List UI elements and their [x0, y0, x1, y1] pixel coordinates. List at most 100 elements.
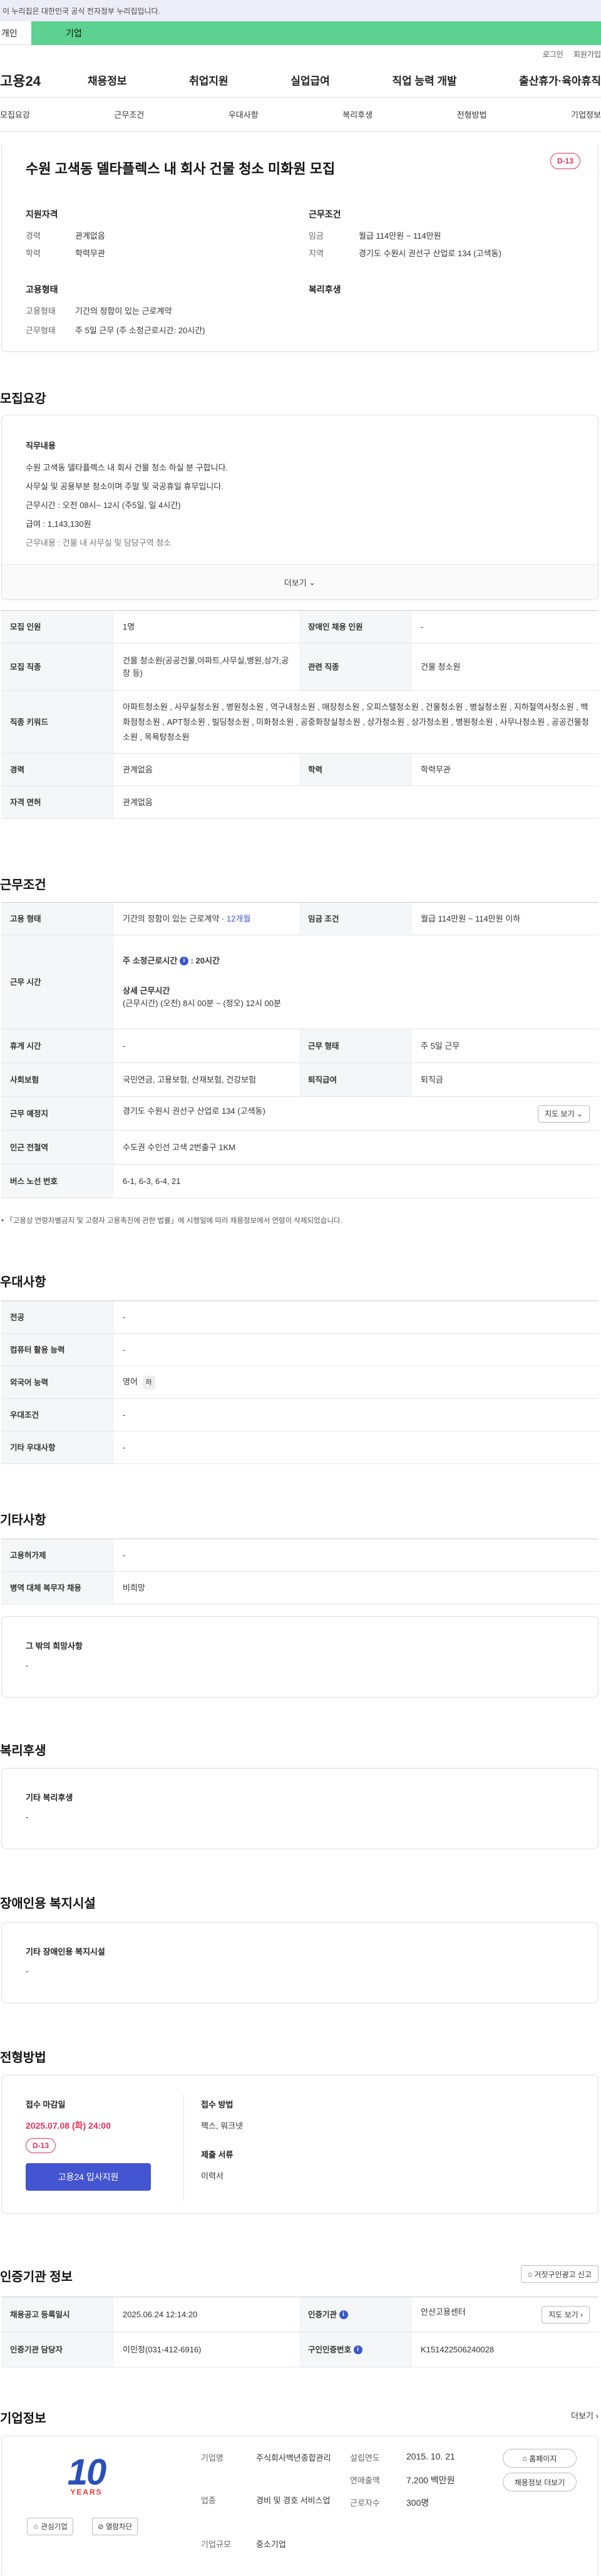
apply-button[interactable]: 고용24 입사지원: [26, 2163, 151, 2191]
th-reg: 채용공고 등록일시: [1, 2297, 114, 2332]
td-related: 건물 청소원: [412, 643, 598, 691]
global-nav: 고용24 채용정보 취업지원 실업급여 직업 능력 개발 출산휴가·육아휴직: [0, 63, 601, 98]
company-name-label: 기업명: [201, 2453, 223, 2463]
gnb-item-jobs[interactable]: 채용정보: [88, 72, 127, 88]
doc-value: 이력서: [201, 2171, 223, 2181]
td-insurance: 국민연금, 고용보험, 산재보험, 건강보험: [114, 1062, 299, 1097]
org-map-button[interactable]: 지도 보기 ›: [542, 2305, 590, 2324]
section-nav-welfare[interactable]: 복리후생: [342, 108, 372, 120]
th-bus: 버스 노선 번호: [1, 1164, 114, 1198]
conditions-table: 고용 형태 기간의 정함이 있는 근로계약 · 12개월 임금 조건 월급 114만원…: [1, 902, 598, 1198]
td-manager: 이민정(031-412-6916): [114, 2332, 299, 2367]
company-size-value: 중소기업: [256, 2540, 286, 2549]
company-biz-label: 업종: [201, 2496, 216, 2505]
facility-box-value: -: [26, 1966, 29, 1976]
th-cert-no: 구인인증번호 i: [299, 2332, 412, 2367]
section-nav: 모집요강 근무조건 우대사항 복리후생 전형방법 기업정보: [0, 98, 601, 132]
area-label: 지역: [309, 249, 324, 258]
org-value: 안산고용센터: [421, 2307, 466, 2317]
join-link[interactable]: 회원가입: [573, 49, 601, 60]
gnb-item-maternity[interactable]: 출산휴가·육아휴직: [519, 72, 601, 88]
facility-box-title: 기타 장애인용 복지시설: [26, 1947, 105, 1956]
wage-value: 월급 114만원 ~ 114만원: [359, 231, 441, 241]
duty-line: 사무실 및 공용부분 청소이며 주말 및 국공휴일 휴무입니다.: [26, 482, 223, 491]
apply-section-title: 전형방법: [0, 2051, 46, 2065]
td-people: 1명: [114, 610, 299, 643]
company-jobs-button[interactable]: 채용정보 더보기: [503, 2473, 577, 2491]
more-button[interactable]: 더보기 ⌄: [2, 564, 598, 600]
deadline-value: 2025.07.08 (화) 24:00: [26, 2121, 111, 2131]
user-type-tabs: 개인 기업: [0, 21, 601, 45]
tab-company[interactable]: 기업: [31, 21, 601, 45]
company-size-label: 기업규모: [201, 2540, 231, 2549]
th-emp: 고용 형태: [1, 902, 114, 935]
emp-period-link[interactable]: 12개월: [227, 914, 250, 923]
dday-badge: D-13: [550, 153, 580, 169]
login-link[interactable]: 로그인: [543, 49, 563, 60]
section-nav-conditions[interactable]: 근무조건: [114, 108, 144, 120]
th-wage: 임금 조건: [299, 902, 412, 935]
map-button[interactable]: 지도 보기 ⌄: [538, 1104, 590, 1123]
th-insurance: 사회보험: [1, 1062, 114, 1097]
gnb-item-support[interactable]: 취업지원: [189, 72, 229, 88]
tab-personal[interactable]: 개인: [0, 21, 31, 45]
time-weekly-label: 주 소정근로시간: [123, 955, 178, 965]
td-keyword: 아파트청소원 , 사무실청소원 , 병원청소원 , 역구내청소원 , 매장청소원…: [114, 690, 598, 754]
th-place: 근무 예정지: [1, 1096, 114, 1131]
th-org: 인증기관 i: [299, 2297, 412, 2332]
duty-line: 수원 고색동 델타플렉스 내 회사 건물 청소 하실 분 구합니다.: [26, 463, 229, 472]
section-nav-apply[interactable]: 전형방법: [457, 108, 487, 120]
company-section-title: 기업정보: [0, 2412, 46, 2426]
company-sales-label: 연매출액: [350, 2476, 380, 2485]
td-subway: 수도권 수인선 고색 2번출구 1KM: [114, 1130, 598, 1165]
th-form: 근무 형태: [299, 1029, 412, 1063]
th-keyword: 직종 키워드: [1, 690, 114, 754]
welfare-section-title: 복리후생: [0, 1744, 46, 1758]
company-logo: 10 YEARS: [27, 2448, 146, 2504]
td-retire: 퇴직금: [412, 1062, 598, 1097]
emp-title: 고용형태: [26, 284, 58, 294]
language-value: 영어: [123, 1376, 138, 1386]
company-sales-value: 7,200 백만원: [406, 2475, 455, 2485]
company-name-value: 주식회사백년종합관리: [256, 2453, 331, 2463]
company-more-link[interactable]: 더보기 ›: [571, 2409, 598, 2421]
duty-title: 직무내용: [26, 441, 56, 450]
td-language: 영어 하: [114, 1366, 598, 1399]
info-icon[interactable]: i: [353, 2345, 362, 2355]
block-company-button[interactable]: ⊘ 열람차단: [92, 2518, 138, 2535]
th-people: 모집 인원: [1, 610, 114, 643]
section-nav-company[interactable]: 기업정보: [571, 108, 601, 120]
career-label: 경력: [26, 231, 41, 241]
info-icon[interactable]: i: [339, 2310, 348, 2320]
homepage-button[interactable]: ⌂ 홈페이지: [503, 2449, 577, 2468]
chevron-right-icon: ›: [580, 2310, 583, 2319]
td-bus: 6-1, 6-3, 6-4, 21: [114, 1164, 598, 1198]
section-nav-preference[interactable]: 우대사항: [229, 108, 259, 120]
favorite-company-button[interactable]: ☆ 관심기업: [27, 2518, 73, 2535]
td-time: 주 소정근로시간 i : 20시간 상세 근무시간 (근무시간) (오전) 8시…: [114, 935, 598, 1029]
recruit-section-title: 모집요강: [0, 392, 46, 406]
gnb-item-unemployment[interactable]: 실업급여: [290, 72, 330, 88]
homepage-label: 홈페이지: [529, 2454, 557, 2463]
star-icon: ☆: [33, 2523, 39, 2531]
place-value: 경기도 수원시 권선구 산업로 134 (고색동): [123, 1106, 265, 1116]
wage-label: 임금: [309, 231, 324, 241]
welfare-box-value: -: [26, 1812, 29, 1822]
block-label: 열람차단: [105, 2523, 133, 2531]
company-year-label: 설립연도: [350, 2453, 380, 2463]
welfare-box: 기타 복리후생 -: [1, 1768, 598, 1849]
info-icon[interactable]: i: [179, 957, 188, 966]
etc-wish-box: 그 밖의 희망사항 -: [1, 1616, 598, 1698]
td-org: 안산고용센터 지도 보기 ›: [412, 2297, 598, 2332]
th-edu: 학력: [299, 753, 412, 786]
etc-section-title: 기타사항: [0, 1514, 46, 1527]
section-nav-recruit[interactable]: 모집요강: [0, 108, 30, 120]
conditions-section-title: 근무조건: [0, 878, 46, 892]
th-military: 병역 대체 복무자 채용: [1, 1571, 114, 1604]
emptype-label: 고용형태: [26, 306, 56, 316]
gnb-item-training[interactable]: 직업 능력 개발: [392, 72, 456, 88]
logo[interactable]: 고용24: [0, 70, 88, 90]
td-emp: 기간의 정함이 있는 근로계약 · 12개월: [114, 902, 299, 935]
chevron-right-icon: ›: [595, 2411, 598, 2421]
report-button[interactable]: ⌂ 거짓구인광고 신고: [520, 2265, 598, 2283]
